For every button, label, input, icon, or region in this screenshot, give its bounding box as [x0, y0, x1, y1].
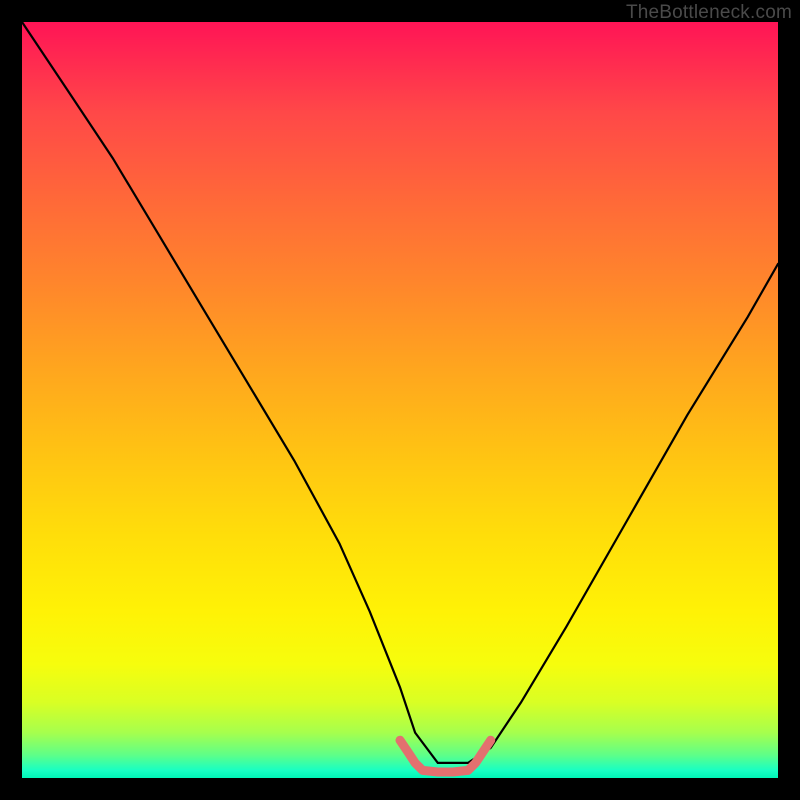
highlight-band	[400, 740, 491, 772]
bottleneck-curve	[22, 22, 778, 763]
plot-area	[22, 22, 778, 778]
chart-svg	[22, 22, 778, 778]
watermark-text: TheBottleneck.com	[626, 2, 792, 24]
chart-frame: TheBottleneck.com	[0, 0, 800, 800]
